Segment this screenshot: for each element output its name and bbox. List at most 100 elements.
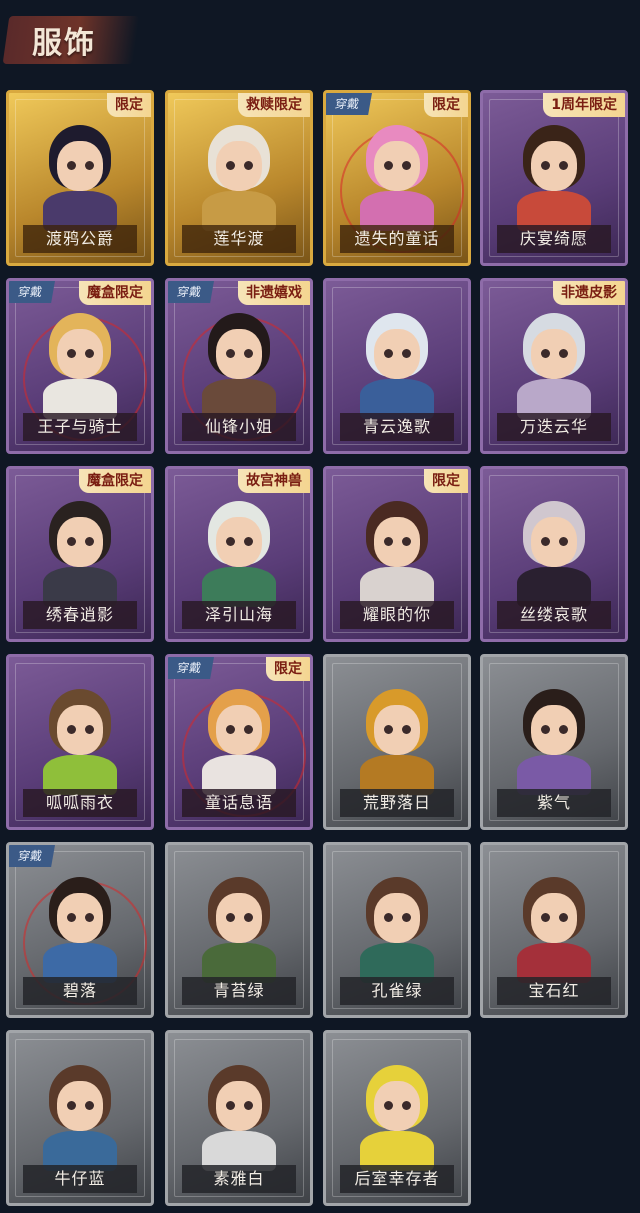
character-portrait [35, 491, 125, 607]
portrait-eye [402, 725, 411, 734]
costume-card[interactable]: 荒野落日 [323, 654, 471, 830]
limited-badge: 魔盒限定 [79, 281, 151, 305]
costume-name: 仙锋小姐 [182, 413, 296, 441]
portrait-eye [226, 349, 235, 358]
portrait-face [374, 1081, 420, 1131]
character-portrait [509, 679, 599, 795]
portrait-eye [559, 725, 568, 734]
costume-name: 后室幸存者 [340, 1165, 454, 1193]
portrait-face [216, 329, 262, 379]
costume-card[interactable]: 魔盒限定 绣春逍影 [6, 466, 154, 642]
portrait-face [531, 517, 577, 567]
portrait-eye [402, 537, 411, 546]
costume-card[interactable]: 限定 穿戴 遗失的童话 [323, 90, 471, 266]
portrait-face [216, 141, 262, 191]
limited-badge: 1周年限定 [543, 93, 625, 117]
limited-badge: 故宫神兽 [238, 469, 310, 493]
portrait-eye [244, 913, 253, 922]
costume-name: 莲华渡 [182, 225, 296, 253]
costume-card[interactable]: 救赎限定莲华渡 [165, 90, 313, 266]
character-portrait [35, 303, 125, 419]
character-portrait [35, 115, 125, 231]
portrait-face [374, 893, 420, 943]
page-title: 服饰 [32, 26, 96, 61]
costume-card[interactable]: 素雅白 [165, 1030, 313, 1206]
portrait-eye [541, 537, 550, 546]
costume-name: 庆宴绮愿 [497, 225, 611, 253]
character-portrait [352, 679, 442, 795]
costume-name: 紫气 [497, 789, 611, 817]
portrait-face [216, 1081, 262, 1131]
costume-card[interactable]: 孔雀绿 [323, 842, 471, 1018]
character-portrait [509, 115, 599, 231]
portrait-eye [384, 725, 393, 734]
character-portrait [194, 303, 284, 419]
character-portrait [194, 115, 284, 231]
portrait-eye [226, 161, 235, 170]
costume-card[interactable]: 呱呱雨衣 [6, 654, 154, 830]
character-portrait [194, 1055, 284, 1171]
portrait-face [57, 329, 103, 379]
costume-name: 宝石红 [497, 977, 611, 1005]
portrait-eye [244, 537, 253, 546]
portrait-face [531, 329, 577, 379]
portrait-face [216, 705, 262, 755]
portrait-face [57, 893, 103, 943]
costume-name: 耀眼的你 [340, 601, 454, 629]
portrait-face [216, 517, 262, 567]
character-portrait [352, 1055, 442, 1171]
portrait-eye [559, 537, 568, 546]
limited-badge: 限定 [266, 657, 310, 681]
page-header: 服饰 [2, 8, 140, 72]
portrait-eye [67, 913, 76, 922]
portrait-eye [402, 161, 411, 170]
character-portrait [509, 303, 599, 419]
equipped-tag: 穿戴 [9, 845, 55, 867]
portrait-face [531, 705, 577, 755]
portrait-eye [559, 349, 568, 358]
portrait-eye [85, 161, 94, 170]
costume-card[interactable]: 宝石红 [480, 842, 628, 1018]
portrait-eye [384, 349, 393, 358]
costume-card[interactable]: 后室幸存者 [323, 1030, 471, 1206]
portrait-eye [67, 1101, 76, 1110]
character-portrait [352, 115, 442, 231]
portrait-eye [67, 349, 76, 358]
costume-card[interactable]: 非遗嬉戏 穿戴 仙锋小姐 [165, 278, 313, 454]
costume-name: 王子与骑士 [23, 413, 137, 441]
limited-badge: 救赎限定 [238, 93, 310, 117]
costume-card[interactable]: 非遗皮影 万迭云华 [480, 278, 628, 454]
character-portrait [352, 303, 442, 419]
limited-badge: 限定 [107, 93, 151, 117]
portrait-eye [541, 913, 550, 922]
costume-name: 素雅白 [182, 1165, 296, 1193]
portrait-eye [541, 725, 550, 734]
costume-card[interactable]: 牛仔蓝 [6, 1030, 154, 1206]
equipped-tag: 穿戴 [9, 281, 55, 303]
portrait-face [374, 329, 420, 379]
character-portrait [352, 867, 442, 983]
costume-name: 碧落 [23, 977, 137, 1005]
portrait-eye [384, 1101, 393, 1110]
portrait-eye [67, 161, 76, 170]
costume-card[interactable]: 限定 穿戴 童话息语 [165, 654, 313, 830]
limited-badge: 非遗嬉戏 [238, 281, 310, 305]
costume-card[interactable]: 1周年限定庆宴绮愿 [480, 90, 628, 266]
costume-card[interactable]: 限定 渡鸦公爵 [6, 90, 154, 266]
portrait-eye [244, 1101, 253, 1110]
limited-badge: 限定 [424, 469, 468, 493]
costume-card[interactable]: 魔盒限定 穿戴王子与骑士 [6, 278, 154, 454]
costume-card[interactable]: 青苔绿 [165, 842, 313, 1018]
costume-card[interactable]: 青云逸歌 [323, 278, 471, 454]
portrait-face [57, 517, 103, 567]
portrait-eye [402, 1101, 411, 1110]
portrait-face [374, 517, 420, 567]
costume-card[interactable]: 限定耀眼的你 [323, 466, 471, 642]
costume-card[interactable]: 丝缕哀歌 [480, 466, 628, 642]
portrait-eye [384, 913, 393, 922]
costume-card[interactable]: 紫气 [480, 654, 628, 830]
portrait-face [374, 141, 420, 191]
equipped-tag: 穿戴 [168, 657, 214, 679]
costume-card[interactable]: 故宫神兽 泽引山海 [165, 466, 313, 642]
costume-card[interactable]: 穿戴碧落 [6, 842, 154, 1018]
